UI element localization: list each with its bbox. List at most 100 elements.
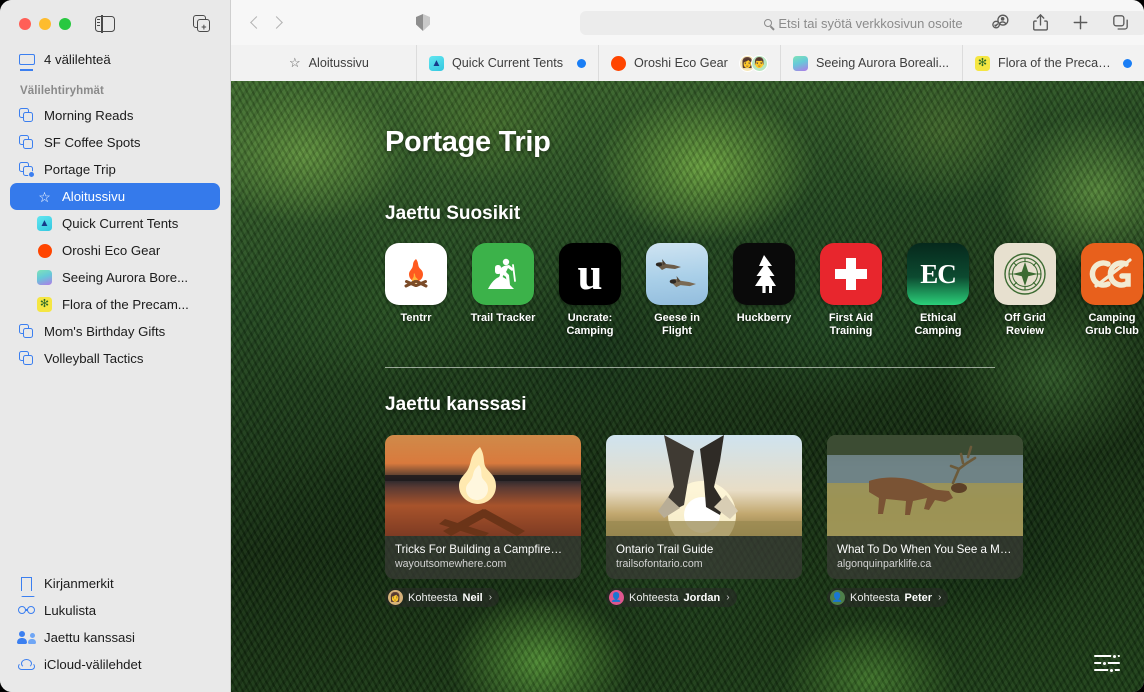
sidebar-item-shared-with-you[interactable]: Jaettu kanssasi [10, 624, 220, 651]
sidebar-item-label: Portage Trip [44, 162, 116, 177]
icloud-icon [18, 656, 35, 673]
slider-knob [1101, 659, 1108, 667]
favorite-geese-in-flight[interactable]: Geese in Flight [646, 243, 708, 337]
star-icon: ☆ [289, 55, 301, 70]
favorite-ethical-camping[interactable]: EC Ethical Camping [907, 243, 969, 337]
new-tab-icon[interactable] [1070, 12, 1091, 33]
tab-overview-icon[interactable] [1110, 12, 1131, 33]
tab-group-icon [18, 134, 35, 151]
favorite-label: Ethical Camping [914, 312, 962, 337]
tab-quick-current-tents[interactable]: ▲ Quick Current Tents [416, 45, 598, 81]
favorite-first-aid-training[interactable]: First Aid Training [820, 243, 882, 337]
sidebar-item-oroshi-eco-gear[interactable]: Oroshi Eco Gear [10, 237, 220, 264]
sidebar-scroll[interactable]: 4 välilehteä Välilehtiryhmät Morning Rea… [0, 46, 230, 570]
favorite-icon: EC [907, 243, 969, 305]
card-attribution[interactable]: 👩 Kohteesta Neil › [385, 588, 500, 607]
minimize-button[interactable] [39, 18, 51, 30]
sidebar-item-all-tabs[interactable]: 4 välilehteä [10, 46, 220, 73]
favorite-label: Geese in Flight [654, 312, 700, 337]
favorite-icon [820, 243, 882, 305]
card-title: What To Do When You See a Moo... [837, 543, 1013, 556]
attribution-name: Peter [904, 591, 933, 604]
card-title: Tricks For Building a Campfire—F... [395, 543, 571, 556]
card-thumbnail [606, 435, 802, 536]
forward-icon[interactable] [270, 16, 283, 29]
card-body[interactable]: Tricks For Building a Campfire—F... wayo… [385, 435, 581, 579]
sidebar-item-quick-current-tents[interactable]: ▲ Quick Current Tents [10, 210, 220, 237]
card-attribution[interactable]: 👤 Kohteesta Peter › [827, 588, 949, 607]
share-participants-icon[interactable] [990, 12, 1011, 33]
tab-oroshi-eco-gear[interactable]: Oroshi Eco Gear 👩 👨 [598, 45, 780, 81]
tab-flora-of-the-precambrian[interactable]: ✻ Flora of the Precambi... [962, 45, 1144, 81]
site-favicon [793, 55, 808, 71]
traffic-lights [19, 18, 71, 30]
site-favicon: ✻ [975, 55, 990, 71]
start-page-settings-icon[interactable] [1094, 652, 1122, 674]
zoom-button[interactable] [59, 18, 71, 30]
sidebar-item-label: Seeing Aurora Bore... [62, 270, 189, 285]
sidebar-item-portage-trip[interactable]: Portage Trip [10, 156, 220, 183]
card-body[interactable]: What To Do When You See a Moo... algonqu… [827, 435, 1023, 579]
search-icon [764, 19, 773, 27]
card-url: trailsofontario.com [616, 558, 703, 570]
sidebar-toggle-icon[interactable] [95, 15, 115, 33]
favorite-label: Trail Tracker [470, 312, 536, 324]
letter-u-glyph: u [577, 249, 603, 299]
bookmark-icon [18, 575, 35, 598]
favorite-tentrr[interactable]: Tentrr [385, 243, 447, 337]
privacy-report-icon[interactable] [416, 14, 430, 31]
favorite-uncrate-camping[interactable]: u Uncrate: Camping [559, 243, 621, 337]
shared-with-you-heading: Jaettu kanssasi [385, 394, 527, 415]
tab-group-icon [18, 107, 35, 124]
tab-group-icon [18, 323, 35, 340]
favorite-icon [646, 243, 708, 305]
favorites-heading: Jaettu Suosikit [385, 203, 521, 224]
sidebar-item-flora-of-the-precambrian[interactable]: ✻ Flora of the Precam... [10, 291, 220, 318]
sidebar-item-label: Kirjanmerkit [44, 576, 114, 591]
sidebar-item-label: Mom's Birthday Gifts [44, 324, 166, 339]
safari-window: + 4 välilehteä Välilehtiryhmät Morning R… [0, 0, 1144, 692]
sidebar-item-bookmarks[interactable]: Kirjanmerkit [10, 570, 220, 598]
favorite-icon [472, 243, 534, 305]
shared-tab-group-icon [18, 161, 35, 178]
shared-card-ontario-trail-guide[interactable]: Ontario Trail Guide trailsofontario.com … [606, 435, 802, 607]
address-bar-placeholder: Etsi tai syötä verkkosivun osoite [778, 15, 963, 31]
favorite-camping-grub-club[interactable]: Camping Grub Club [1081, 243, 1143, 337]
display-icon [18, 51, 35, 68]
site-favicon [611, 55, 626, 71]
sidebar-item-aloitussivu[interactable]: ☆ Aloitussivu [10, 183, 220, 210]
back-icon[interactable] [250, 16, 263, 29]
reading-list-glasses-icon [18, 602, 35, 619]
sidebar-item-label: Oroshi Eco Gear [62, 243, 161, 258]
sidebar-item-label: SF Coffee Spots [44, 135, 141, 150]
sidebar-item-reading-list[interactable]: Lukulista [10, 597, 220, 624]
card-url: wayoutsomewhere.com [395, 558, 507, 570]
tab-participants-avatars[interactable]: 👩 👨 [739, 54, 768, 72]
share-icon[interactable] [1030, 12, 1051, 33]
tab-bar: ☆ Aloitussivu ▲ Quick Current Tents Oros… [231, 45, 1144, 81]
sidebar-item-sf-coffee-spots[interactable]: SF Coffee Spots [10, 129, 220, 156]
card-body[interactable]: Ontario Trail Guide trailsofontario.com [606, 435, 802, 579]
sidebar-item-seeing-aurora-borealis[interactable]: Seeing Aurora Bore... [10, 264, 220, 291]
sidebar-item-morning-reads[interactable]: Morning Reads [10, 102, 220, 129]
shared-card-moose[interactable]: What To Do When You See a Moo... algonqu… [827, 435, 1023, 607]
sidebar-item-label: Morning Reads [44, 108, 134, 123]
favorite-off-grid-review[interactable]: Off Grid Review [994, 243, 1056, 337]
section-divider [385, 367, 995, 368]
tab-aloitussivu[interactable]: ☆ Aloitussivu [231, 45, 416, 81]
sidebar-item-icloud-tabs[interactable]: iCloud-välilehdet [10, 651, 220, 678]
favorite-label: Huckberry [736, 312, 792, 324]
sidebar-item-moms-birthday-gifts[interactable]: Mom's Birthday Gifts [10, 318, 220, 345]
shared-card-campfire[interactable]: Tricks For Building a Campfire—F... wayo… [385, 435, 581, 607]
attribution-prefix: Kohteesta [629, 591, 679, 604]
sidebar-item-volleyball-tactics[interactable]: Volleyball Tactics [10, 345, 220, 372]
new-tab-group-icon[interactable]: + [193, 15, 212, 34]
favorite-icon [994, 243, 1056, 305]
favorite-huckberry[interactable]: Huckberry [733, 243, 795, 337]
card-attribution[interactable]: 👤 Kohteesta Jordan › [606, 588, 737, 607]
tab-seeing-aurora-borealis[interactable]: Seeing Aurora Boreali... [780, 45, 962, 81]
favorite-trail-tracker[interactable]: Trail Tracker [471, 243, 535, 337]
close-button[interactable] [19, 18, 31, 30]
navigation-buttons [250, 16, 283, 29]
attribution-prefix: Kohteesta [850, 591, 900, 604]
